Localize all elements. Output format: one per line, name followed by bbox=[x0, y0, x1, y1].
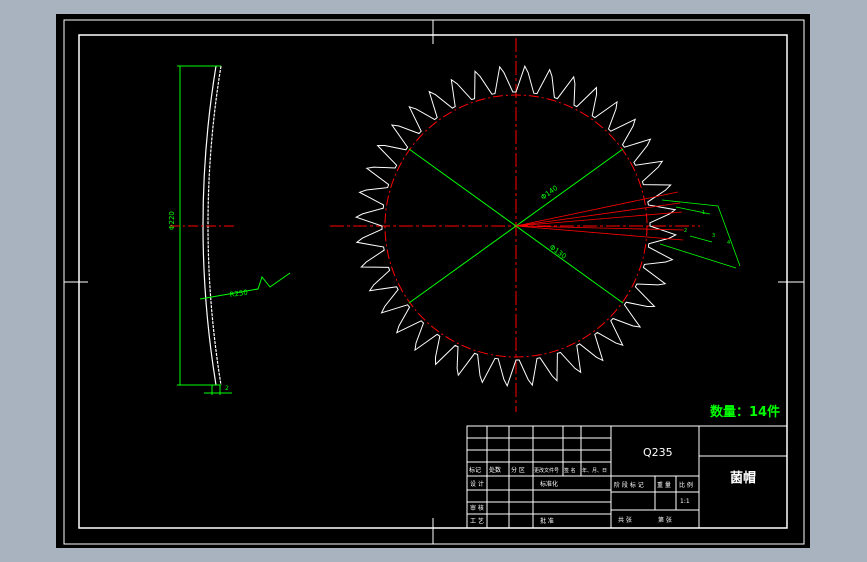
sector-height-label: Φ220 bbox=[168, 211, 176, 230]
cad-drawing-canvas[interactable]: Φ220 R250 2 Φ140 Φ130 1 2 3 4 数量：14件 Q23… bbox=[0, 0, 867, 562]
drawing-background bbox=[56, 14, 810, 548]
row-standardize: 标准化 bbox=[540, 480, 558, 488]
material-value: Q235 bbox=[643, 446, 673, 459]
row-process: 工 艺 bbox=[470, 517, 484, 525]
tooth-dim-label-c: 3 bbox=[712, 233, 715, 239]
sector-thickness-label: 2 bbox=[225, 385, 229, 392]
col-weight: 重 量 bbox=[657, 481, 671, 489]
tooth-dim-label-a: 1 bbox=[702, 210, 705, 216]
sheet-total: 共 张 bbox=[618, 516, 632, 524]
row-approve: 批 准 bbox=[540, 517, 554, 525]
part-name: 菌帽 bbox=[730, 470, 756, 486]
quantity-note: 数量：14件 bbox=[710, 404, 780, 420]
row-design: 设 计 bbox=[470, 480, 484, 488]
col-zone: 分 区 bbox=[511, 466, 525, 474]
tooth-dim-label-b: 2 bbox=[684, 228, 687, 234]
col-stage-mark: 阶 段 标 记 bbox=[614, 481, 644, 489]
scale-value: 1:1 bbox=[680, 498, 690, 505]
cad-viewport[interactable]: Φ220 R250 2 Φ140 Φ130 1 2 3 4 数量：14件 Q23… bbox=[0, 0, 867, 562]
row-review: 审 核 bbox=[470, 504, 484, 512]
tooth-dim-label-d: 4 bbox=[727, 240, 730, 246]
col-scale: 比 例 bbox=[679, 481, 693, 489]
col-count: 处数 bbox=[489, 466, 501, 474]
col-mark: 标记 bbox=[469, 466, 481, 474]
col-sign: 签 名 bbox=[564, 467, 576, 474]
sheet-number: 第 张 bbox=[658, 516, 672, 524]
col-date: 年、月、日 bbox=[582, 467, 607, 474]
col-change-doc: 更改文件号 bbox=[534, 467, 559, 474]
